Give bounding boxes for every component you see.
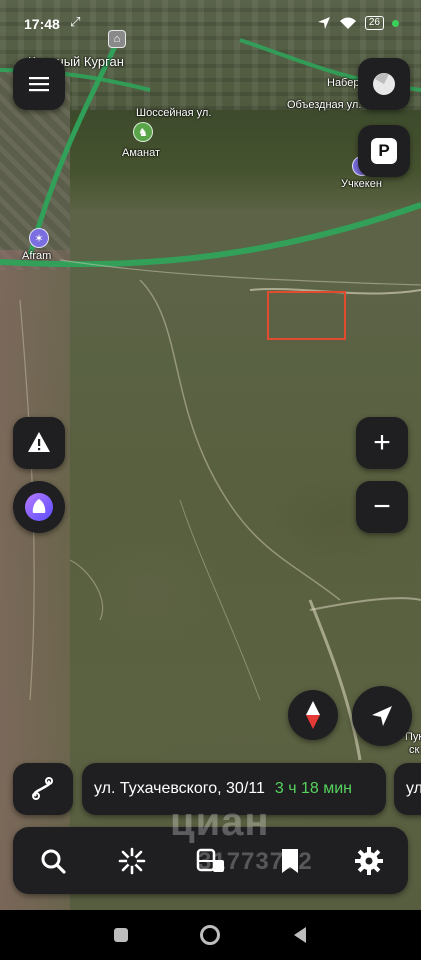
route-options-button[interactable] — [13, 763, 73, 815]
system-nav-bar — [0, 910, 421, 960]
settings-icon — [354, 846, 383, 875]
zoom-in-button[interactable]: + — [356, 417, 408, 469]
navigation-arrow-icon: ⤢ — [70, 14, 81, 29]
route-next-card[interactable]: ул — [394, 763, 421, 815]
route-eta: 3 ч 18 мин — [274, 780, 353, 797]
report-incident-button[interactable] — [13, 417, 65, 469]
minus-icon: − — [373, 490, 391, 523]
map-label-street: Шоссейная ул. — [136, 107, 212, 119]
map-label-street: Объездная ул. — [287, 99, 362, 111]
route-icon — [32, 777, 53, 800]
my-location-button[interactable] — [352, 686, 412, 746]
menu-button[interactable] — [13, 58, 65, 110]
locate-arrow-icon — [372, 706, 392, 726]
back-icon[interactable] — [292, 926, 308, 944]
alice-icon — [25, 493, 53, 521]
alice-assistant-button[interactable] — [13, 481, 65, 533]
location-arrow-icon — [317, 17, 330, 29]
horse-poi-icon[interactable]: ♞ — [133, 122, 153, 142]
wifi-icon — [339, 17, 356, 29]
search-icon — [41, 849, 66, 874]
discover-button[interactable] — [107, 836, 157, 886]
fitness-poi-icon[interactable]: ✶ — [29, 228, 49, 248]
alert-icon — [28, 432, 50, 452]
battery-icon: 26 — [364, 16, 384, 30]
parking-button[interactable]: P — [358, 125, 410, 177]
search-button[interactable] — [28, 836, 78, 886]
compass-icon — [306, 701, 320, 729]
map-label-poi: ск — [409, 744, 420, 756]
plus-icon: + — [373, 426, 391, 459]
compass-button[interactable] — [288, 690, 338, 740]
map-label-poi: Учкекен — [341, 178, 382, 190]
map-label-poi: Afram — [22, 250, 52, 262]
dot-icon — [392, 19, 399, 27]
watermark-number: 31773772 — [198, 848, 313, 875]
watermark-brand: циан — [170, 800, 270, 844]
map-label-poi: Аманат — [122, 147, 161, 159]
recents-icon[interactable] — [113, 928, 128, 942]
route-destination: ул. Тухачевского, 30/11 — [94, 780, 265, 797]
zoom-out-button[interactable]: − — [356, 481, 408, 533]
map-label-poi: Пук — [405, 731, 421, 743]
layers-button[interactable] — [358, 58, 410, 110]
route-next-label: ул — [406, 780, 421, 797]
parking-icon: P — [371, 138, 397, 164]
map-label-street: Набер — [327, 77, 360, 89]
status-time: 17:48 — [24, 16, 60, 32]
home-icon[interactable] — [199, 925, 220, 945]
layers-icon — [373, 73, 395, 95]
menu-icon — [29, 77, 49, 92]
discover-icon — [118, 847, 145, 874]
settings-button[interactable] — [344, 836, 394, 886]
status-bar: 17:48 ⤢ 26 — [0, 0, 421, 48]
